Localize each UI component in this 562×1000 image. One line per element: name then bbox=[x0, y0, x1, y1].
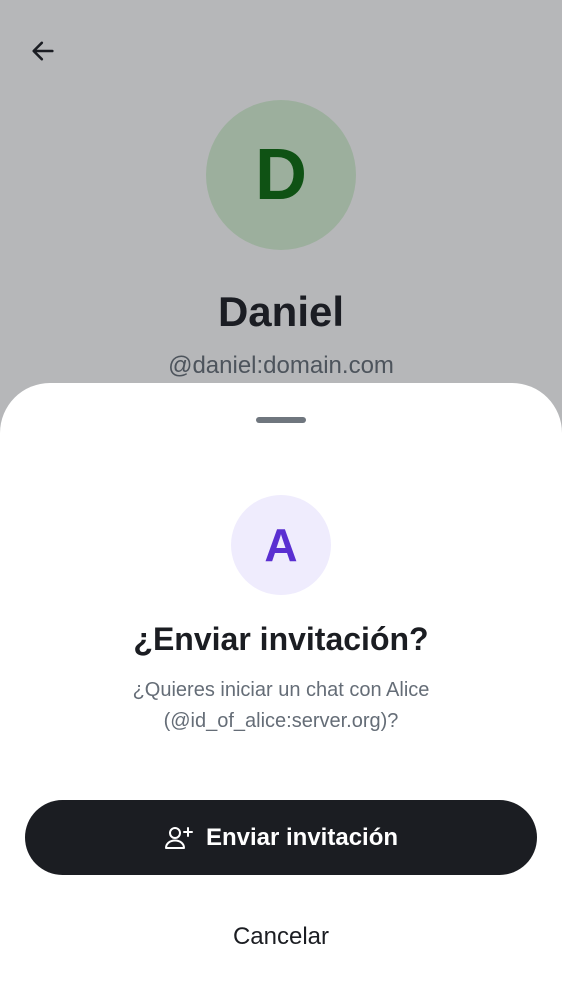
cancel-label: Cancelar bbox=[232, 923, 330, 950]
user-add-icon bbox=[164, 825, 194, 851]
sheet-message: ¿Quieres iniciar un chat con Alice (@id_… bbox=[132, 679, 430, 732]
send-invite-label: Enviar invitación bbox=[205, 823, 399, 851]
drag-handle[interactable] bbox=[256, 417, 306, 423]
start-chat-screen: D Daniel @daniel:domain.com A ¿Enviar in… bbox=[0, 0, 562, 1000]
cancel-button[interactable]: Cancelar bbox=[25, 901, 537, 973]
invitee-avatar: A bbox=[231, 495, 331, 595]
sheet-title: ¿Enviar invitación? bbox=[133, 621, 429, 657]
invite-bottom-sheet: A ¿Enviar invitación? ¿Quieres iniciar u… bbox=[0, 383, 562, 1000]
send-invite-button[interactable]: Enviar invitación bbox=[25, 800, 537, 875]
invitee-avatar-initial: A bbox=[264, 519, 298, 571]
